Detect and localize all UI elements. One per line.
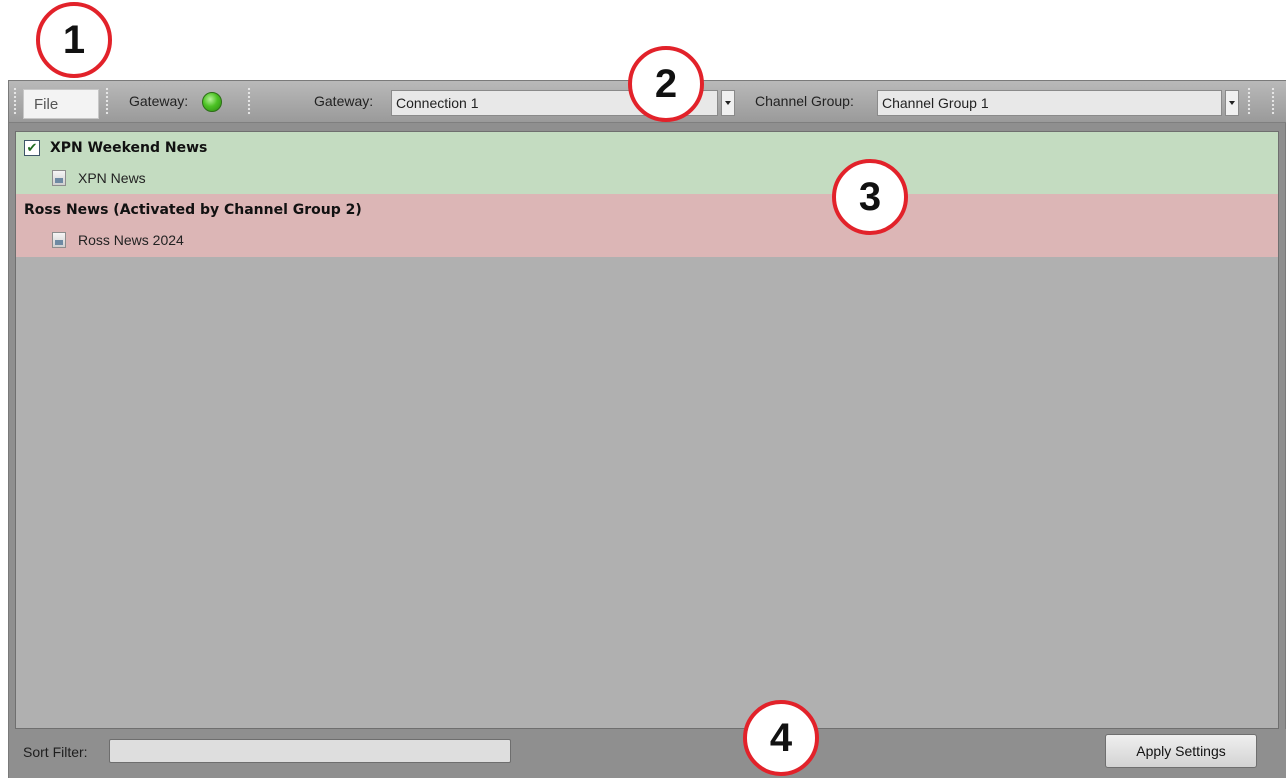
list-item[interactable]: XPN News [52, 170, 146, 186]
gateway-status-label: Gateway: [129, 93, 189, 109]
callout-2: 2 [628, 46, 704, 122]
callout-4: 4 [743, 700, 819, 776]
channel-file-icon [52, 232, 66, 248]
gateway-select-value: Connection 1 [396, 95, 479, 111]
gateway-dropdown-arrow-icon[interactable] [721, 90, 735, 116]
apply-settings-button[interactable]: Apply Settings [1105, 734, 1257, 768]
channel-group-select-value: Channel Group 1 [882, 95, 989, 111]
toolbar-grip-icon[interactable] [1271, 87, 1275, 115]
toolbar-grip-icon[interactable] [247, 87, 251, 115]
item-label: XPN News [78, 170, 146, 186]
gateway-status-indicator-icon [202, 92, 222, 112]
toolbar-grip-icon[interactable] [1247, 87, 1251, 115]
callout-1: 1 [36, 2, 112, 78]
gateway-label: Gateway: [314, 93, 374, 109]
callout-3: 3 [832, 159, 908, 235]
group-title: Ross News (Activated by Channel Group 2) [24, 202, 362, 218]
bottom-bar: Sort Filter: Apply Settings [9, 729, 1286, 778]
item-label: Ross News 2024 [78, 232, 184, 248]
channel-group-dropdown-arrow-icon[interactable] [1225, 90, 1239, 116]
channel-group-label: Channel Group: [755, 93, 854, 109]
channel-list: ✔ XPN Weekend News XPN News Ross News (A… [15, 131, 1279, 729]
file-menu-button[interactable]: File [23, 89, 99, 119]
app-window: File Gateway: Gateway: Connection 1 Chan… [8, 80, 1286, 778]
sort-filter-label: Sort Filter: [23, 744, 88, 760]
sort-filter-input[interactable] [109, 739, 511, 763]
channel-file-icon [52, 170, 66, 186]
group-row[interactable]: ✔ XPN Weekend News XPN News [16, 132, 1278, 194]
group-title: XPN Weekend News [50, 140, 208, 156]
list-item[interactable]: Ross News 2024 [52, 232, 184, 248]
toolbar-grip-icon[interactable] [105, 87, 109, 115]
group-row[interactable]: Ross News (Activated by Channel Group 2)… [16, 194, 1278, 257]
group-checkbox[interactable]: ✔ [24, 140, 40, 156]
toolbar-grip-icon[interactable] [13, 87, 17, 115]
channel-group-select[interactable]: Channel Group 1 [877, 90, 1222, 116]
